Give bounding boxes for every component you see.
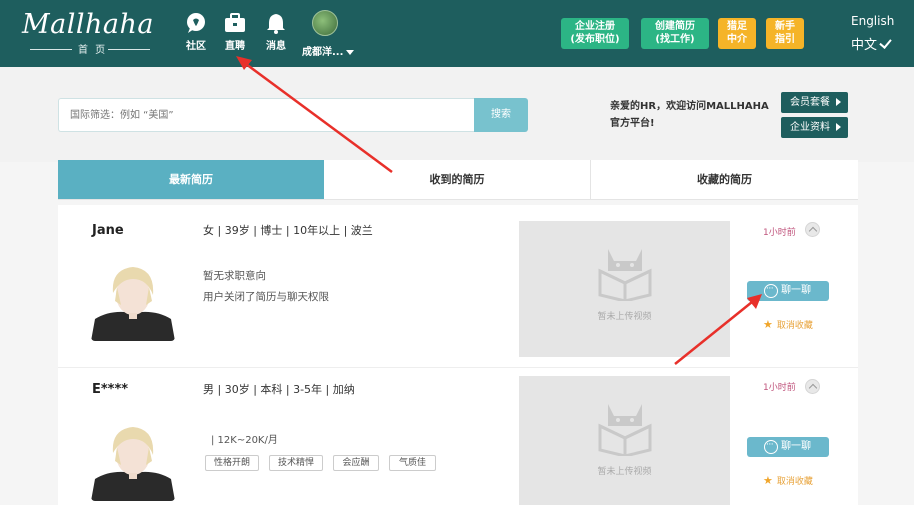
headhunter-line2: 中介 — [727, 34, 747, 45]
anime-portrait-image — [91, 261, 175, 341]
beginner-guide-button[interactable]: 新手 指引 — [766, 18, 804, 49]
unfavorite-button[interactable]: ★ 取消收藏 — [763, 474, 813, 487]
nav-community-label: 社区 — [186, 41, 206, 52]
lang-chinese-label: 中文 — [851, 38, 878, 53]
skill-tag: 气质佳 — [389, 455, 436, 471]
company-register-line2: (发布职位) — [570, 34, 620, 45]
logo-text: Mallhaha — [22, 9, 154, 40]
resume-card: Jane 女 | 39岁 | 博士 | 10年以上 | 波兰 暂无求职意向 用户… — [58, 205, 858, 367]
chat-button[interactable]: 聊一聊 — [747, 279, 829, 301]
company-register-button[interactable]: 企业注册 (发布职位) — [561, 18, 629, 49]
company-profile-label: 企业资料 — [790, 122, 830, 133]
unfavorite-button[interactable]: ★ 取消收藏 — [763, 318, 813, 331]
star-icon: ★ — [763, 318, 773, 331]
country-filter-input[interactable] — [58, 98, 474, 132]
guide-line2: 指引 — [775, 34, 795, 45]
candidate-info: 男 | 30岁 | 本科 | 3-5年 | 加纳 — [203, 383, 355, 396]
tab-latest-resumes[interactable]: 最新简历 — [58, 160, 324, 199]
logo[interactable]: Mallhaha 首 页 — [22, 8, 154, 56]
privacy-note: 用户关闭了简历与聊天权限 — [203, 291, 329, 303]
chat-button-label: 聊一聊 — [781, 285, 811, 296]
star-icon: ★ — [763, 474, 773, 487]
city-selector[interactable]: 成都洋... — [302, 43, 355, 58]
search-button[interactable]: 搜索 — [474, 98, 528, 132]
collapse-chevron-icon[interactable] — [805, 222, 820, 237]
member-plan-button[interactable]: 会员套餐 — [781, 92, 848, 113]
headhunter-agency-button[interactable]: 猎足 中介 — [718, 18, 756, 49]
create-resume-line2: (找工作) — [655, 34, 695, 45]
top-header: Mallhaha 首 页 社区 直聘 消息 成都洋... 企业注册 (发布职位)… — [0, 0, 914, 67]
create-resume-button[interactable]: 创建简历 (找工作) — [641, 18, 709, 49]
bell-icon — [267, 14, 285, 34]
resume-tabs: 最新简历 收到的简历 收藏的简历 — [58, 160, 858, 200]
arrow-right-icon — [836, 123, 841, 131]
job-intent-text: 暂无求职意向 — [203, 270, 266, 282]
tab-saved-resumes[interactable]: 收藏的简历 — [591, 160, 858, 199]
home-link[interactable]: 首 页 — [22, 42, 152, 56]
cat-box-icon — [598, 249, 652, 301]
briefcase-icon — [225, 13, 245, 32]
city-label: 成都洋... — [302, 47, 344, 58]
lang-chinese[interactable]: 中文 — [851, 34, 892, 53]
salary-range: | 12K~20K/月 — [211, 435, 278, 446]
nav-messages-label: 消息 — [266, 41, 286, 52]
caret-down-icon — [346, 49, 355, 55]
company-profile-button[interactable]: 企业资料 — [781, 117, 848, 138]
nav-community[interactable]: 社区 — [176, 12, 216, 52]
cat-box-icon — [598, 404, 652, 456]
guide-line1: 新手 — [775, 21, 795, 32]
welcome-text: 亲爱的HR，欢迎访问MALLHAHA官方平台! — [610, 101, 769, 129]
user-avatar[interactable] — [312, 10, 338, 36]
posted-time: 1小时前 — [763, 228, 796, 238]
chat-button-label: 聊一聊 — [781, 441, 811, 452]
candidate-avatar[interactable] — [91, 421, 175, 501]
search-area: 搜索 亲爱的HR，欢迎访问MALLHAHA官方平台! 会员套餐 企业资料 — [0, 67, 914, 162]
candidate-info: 女 | 39岁 | 博士 | 10年以上 | 波兰 — [203, 224, 373, 237]
candidate-avatar[interactable] — [91, 261, 175, 341]
candidate-name[interactable]: E**** — [92, 382, 128, 397]
skill-tag: 性格开朗 — [205, 455, 259, 471]
headhunter-line1: 猎足 — [727, 21, 747, 32]
skill-tag: 技术精悍 — [269, 455, 323, 471]
anime-portrait-image — [91, 421, 175, 501]
skill-tag: 会应酬 — [333, 455, 379, 471]
unfavorite-label: 取消收藏 — [776, 321, 813, 331]
video-caption: 暂未上传视频 — [597, 312, 652, 322]
nav-messages[interactable]: 消息 — [256, 12, 296, 52]
collapse-chevron-icon[interactable] — [805, 379, 820, 394]
video-caption: 暂未上传视频 — [597, 467, 652, 477]
video-placeholder[interactable]: 暂未上传视频 — [519, 221, 730, 357]
chat-button[interactable]: 聊一聊 — [747, 435, 829, 457]
chat-dots-icon — [764, 279, 778, 299]
candidate-name[interactable]: Jane — [92, 223, 124, 238]
check-icon — [879, 36, 892, 49]
home-label: 首 页 — [78, 45, 108, 56]
video-placeholder[interactable]: 暂未上传视频 — [519, 376, 730, 505]
create-resume-line1: 创建简历 — [655, 21, 695, 32]
nav-recruit[interactable]: 直聘 — [215, 12, 255, 52]
company-register-line1: 企业注册 — [575, 21, 615, 32]
lang-english[interactable]: English — [851, 14, 894, 28]
resume-card: E**** 男 | 30岁 | 本科 | 3-5年 | 加纳 | 12K~20K… — [58, 368, 858, 505]
chat-bubble-icon — [187, 13, 205, 33]
posted-time: 1小时前 — [763, 383, 796, 393]
tab-received-resumes[interactable]: 收到的简历 — [324, 160, 590, 199]
nav-recruit-label: 直聘 — [225, 41, 245, 52]
chat-dots-icon — [764, 435, 778, 455]
arrow-right-icon — [836, 98, 841, 106]
unfavorite-label: 取消收藏 — [776, 477, 813, 487]
member-plan-label: 会员套餐 — [790, 97, 830, 108]
